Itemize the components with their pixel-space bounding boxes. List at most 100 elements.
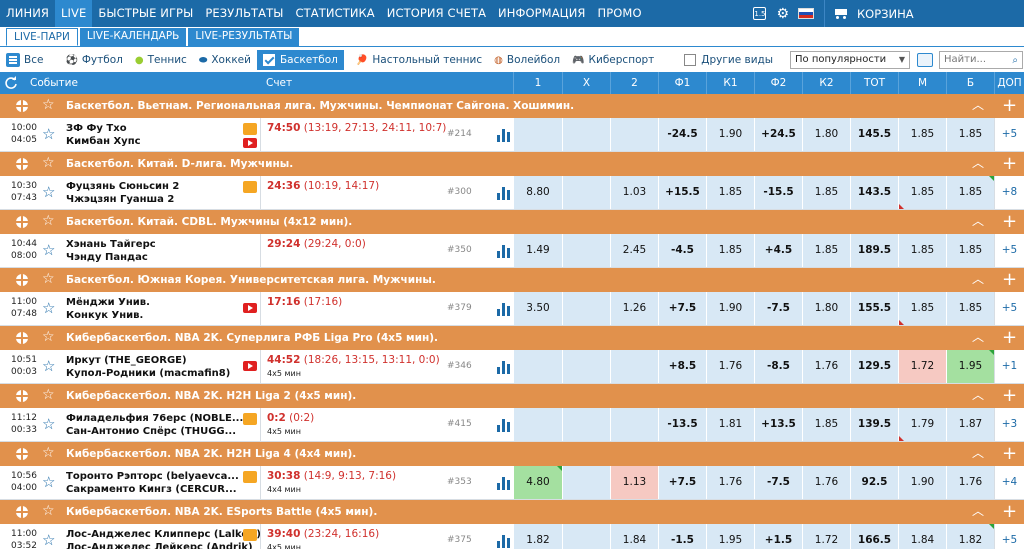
event-teams[interactable]: Филадельфия 76ерс (NOBLE... Сан-Антонио С… [66, 412, 243, 438]
collapse-chevron-icon[interactable]: ︿ [972, 96, 984, 113]
league-header[interactable]: ☆ Баскетбол. Китай. D-лига. Мужчины. ︿ + [0, 152, 1024, 176]
odds-cell[interactable]: 1.95 [946, 350, 994, 383]
event-teams[interactable]: Торонто Рэпторс (belyaevca... Сакраменто … [66, 470, 239, 496]
search-input[interactable]: Найти... ⌕ [939, 51, 1023, 69]
language-flag-icon[interactable] [798, 8, 814, 19]
odds-cell[interactable]: 1.85 [946, 118, 994, 151]
live-stats-icon[interactable] [243, 123, 257, 135]
odds-cell[interactable]: -4.5 [658, 234, 706, 267]
favorite-star-icon[interactable]: ☆ [42, 473, 55, 491]
gear-icon[interactable]: ⚙ [776, 6, 789, 22]
event-row[interactable]: 10:51 00:03 ☆ Иркут (THE_GEORGE) Купол-Род… [0, 350, 1024, 384]
statistics-bars-icon[interactable] [497, 186, 511, 200]
odds-cell[interactable]: 1.85 [946, 292, 994, 325]
league-header[interactable]: ☆ Баскетбол. Китай. CDBL. Мужчины (4x12 … [0, 210, 1024, 234]
odds-cell[interactable]: 1.85 [706, 234, 754, 267]
odds-cell[interactable]: 155.5 [850, 292, 898, 325]
favorite-star-icon[interactable]: ☆ [42, 445, 55, 461]
odds-cell[interactable]: 1.03 [610, 176, 658, 209]
favorite-star-icon[interactable]: ☆ [42, 155, 55, 171]
statistics-bars-icon[interactable] [497, 302, 511, 316]
odds-cell[interactable]: 166.5 [850, 524, 898, 549]
odds-cell[interactable]: -8.5 [754, 350, 802, 383]
odds-cell[interactable]: 1.26 [610, 292, 658, 325]
nav-item-fast-games[interactable]: БЫСТРЫЕ ИГРЫ [92, 0, 199, 27]
odds-cell[interactable]: +15.5 [658, 176, 706, 209]
odds-cell[interactable]: -13.5 [658, 408, 706, 441]
odds-cell[interactable]: 8.80 [513, 176, 562, 209]
odds-cell[interactable]: 1.85 [898, 234, 946, 267]
odds-cell[interactable] [562, 292, 610, 325]
odds-cell[interactable]: 143.5 [850, 176, 898, 209]
favorite-star-icon[interactable]: ☆ [42, 415, 55, 433]
event-row[interactable]: 10:30 07:43 ☆ Фуцзянь Сюньсин 2 Чжэцзян Гу… [0, 176, 1024, 210]
odds-cell[interactable]: +1 [994, 350, 1024, 383]
event-teams[interactable]: Фуцзянь Сюньсин 2 Чжэцзян Гуанша 2 [66, 180, 179, 206]
odds-cell[interactable]: 1.85 [802, 234, 850, 267]
statistics-bars-icon[interactable] [497, 244, 511, 258]
odds-format-badge[interactable]: 1.5 [753, 7, 767, 20]
sort-select[interactable]: По популярности ▼ [790, 51, 910, 69]
odds-cell[interactable]: 1.72 [802, 524, 850, 549]
statistics-bars-icon[interactable] [497, 418, 511, 432]
odds-cell[interactable]: +13.5 [754, 408, 802, 441]
event-teams[interactable]: Хэнань Тайгерс Чэнду Пандас [66, 238, 156, 264]
favorite-star-icon[interactable]: ☆ [42, 503, 55, 519]
odds-cell[interactable]: 1.85 [706, 176, 754, 209]
odds-cell[interactable] [513, 118, 562, 151]
expand-plus-icon[interactable]: + [1002, 384, 1017, 408]
odds-cell[interactable]: 2.45 [610, 234, 658, 267]
odds-cell[interactable]: 1.85 [946, 234, 994, 267]
favorite-star-icon[interactable]: ☆ [42, 329, 55, 345]
odds-cell[interactable]: +4 [994, 466, 1024, 499]
event-teams[interactable]: ЗФ Фу Тхо Кимбан Хупс [66, 122, 141, 148]
all-sports-icon[interactable] [6, 53, 20, 67]
collapse-chevron-icon[interactable]: ︿ [972, 328, 984, 345]
odds-cell[interactable]: 1.81 [706, 408, 754, 441]
event-row[interactable]: 10:00 04:05 ☆ ЗФ Фу Тхо Кимбан Хупс 74:50 … [0, 118, 1024, 152]
statistics-bars-icon[interactable] [497, 128, 511, 142]
odds-cell[interactable] [562, 524, 610, 549]
odds-cell[interactable]: 1.87 [946, 408, 994, 441]
odds-cell[interactable]: 1.80 [802, 292, 850, 325]
odds-cell[interactable]: 1.76 [706, 350, 754, 383]
video-stream-icon[interactable] [243, 138, 257, 148]
collapse-chevron-icon[interactable]: ︿ [972, 502, 984, 519]
filter-all[interactable]: Все [24, 50, 49, 70]
video-stream-icon[interactable] [243, 303, 257, 313]
odds-cell[interactable]: +5 [994, 524, 1024, 549]
odds-cell[interactable]: 1.76 [802, 350, 850, 383]
odds-cell[interactable]: 1.13 [610, 466, 658, 499]
odds-cell[interactable]: 1.84 [898, 524, 946, 549]
odds-cell[interactable]: 1.76 [946, 466, 994, 499]
favorite-star-icon[interactable]: ☆ [42, 97, 55, 113]
odds-cell[interactable]: -7.5 [754, 466, 802, 499]
live-stats-icon[interactable] [243, 529, 257, 541]
odds-cell[interactable]: -24.5 [658, 118, 706, 151]
odds-cell[interactable] [562, 176, 610, 209]
odds-cell[interactable] [562, 350, 610, 383]
odds-cell[interactable]: 1.90 [706, 292, 754, 325]
odds-cell[interactable]: +5 [994, 292, 1024, 325]
expand-plus-icon[interactable]: + [1002, 210, 1017, 234]
event-teams[interactable]: Иркут (THE_GEORGE) Купол-Родники (macmafi… [66, 354, 230, 380]
collapse-chevron-icon[interactable]: ︿ [972, 444, 984, 461]
event-row[interactable]: 11:12 00:33 ☆ Филадельфия 76ерс (NOBLE...… [0, 408, 1024, 442]
odds-cell[interactable] [610, 350, 658, 383]
statistics-bars-icon[interactable] [497, 534, 511, 548]
odds-cell[interactable]: 1.95 [706, 524, 754, 549]
odds-cell[interactable]: 1.85 [898, 176, 946, 209]
live-stats-icon[interactable] [243, 413, 257, 425]
odds-cell[interactable]: 1.82 [946, 524, 994, 549]
favorite-star-icon[interactable]: ☆ [42, 213, 55, 229]
odds-cell[interactable] [610, 408, 658, 441]
nav-item-info[interactable]: ИНФОРМАЦИЯ [492, 0, 591, 27]
odds-cell[interactable]: 1.84 [610, 524, 658, 549]
nav-item-line[interactable]: ЛИНИЯ [0, 0, 55, 27]
odds-cell[interactable]: +1.5 [754, 524, 802, 549]
odds-cell[interactable]: +3 [994, 408, 1024, 441]
favorite-star-icon[interactable]: ☆ [42, 271, 55, 287]
expand-plus-icon[interactable]: + [1002, 442, 1017, 466]
odds-cell[interactable]: 145.5 [850, 118, 898, 151]
odds-cell[interactable]: +8.5 [658, 350, 706, 383]
